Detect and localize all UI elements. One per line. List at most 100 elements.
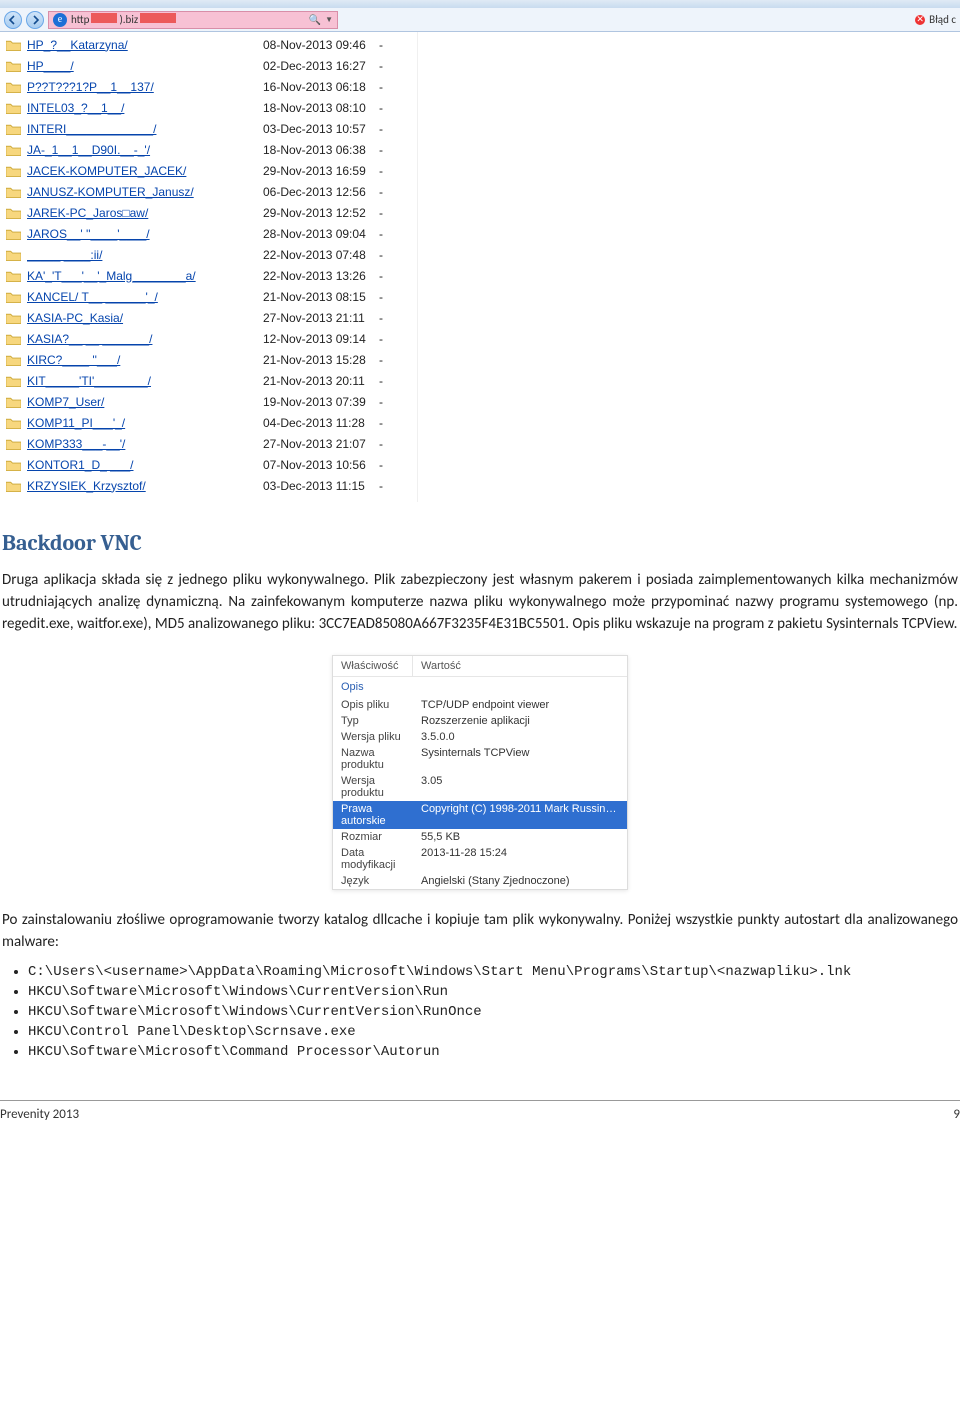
folder-link[interactable]: KANCEL/ T__ ______'_/	[27, 290, 257, 304]
listing-row: JA-_1__1__D90I.__-_'/ 18-Nov-2013 06:38-	[0, 139, 417, 160]
folder-date: 29-Nov-2013 16:59	[263, 164, 373, 178]
folder-link[interactable]: KA'_'T___'__'_Malg________a/	[27, 269, 257, 283]
folder-link[interactable]: JA-_1__1__D90I.__-_'/	[27, 143, 257, 157]
size-dash: -	[379, 437, 383, 451]
folder-date: 07-Nov-2013 10:56	[263, 458, 373, 472]
folder-date: 28-Nov-2013 09:04	[263, 227, 373, 241]
folder-icon	[6, 333, 21, 345]
folder-link[interactable]: KOMP333___-__'/	[27, 437, 257, 451]
listing-row: KIRC?____ ''___/21-Nov-2013 15:28-	[0, 349, 417, 370]
folder-icon	[6, 228, 21, 240]
folder-date: 03-Dec-2013 11:15	[263, 479, 373, 493]
props-value: 3.5.0.0	[413, 729, 627, 745]
footer-left: Prevenity 2013	[0, 1107, 79, 1122]
folder-link[interactable]: KONTOR1_D_ ___/	[27, 458, 257, 472]
section-heading: Backdoor VNC	[2, 530, 960, 556]
props-row[interactable]: Wersja produktu3.05	[333, 773, 627, 801]
folder-icon	[6, 144, 21, 156]
size-dash: -	[379, 290, 383, 304]
autostart-item: HKCU\Software\Microsoft\Command Processo…	[28, 1044, 960, 1060]
folder-date: 22-Nov-2013 13:26	[263, 269, 373, 283]
listing-row: KIT_____'TI'________/ 21-Nov-2013 20:11-	[0, 370, 417, 391]
folder-icon	[6, 249, 21, 261]
listing-row: INTERI_____________/03-Dec-2013 10:57-	[0, 118, 417, 139]
folder-date: 03-Dec-2013 10:57	[263, 122, 373, 136]
listing-row: JACEK-KOMPUTER_JACEK/29-Nov-2013 16:59-	[0, 160, 417, 181]
folder-date: 12-Nov-2013 09:14	[263, 332, 373, 346]
folder-icon	[6, 291, 21, 303]
size-dash: -	[379, 227, 383, 241]
folder-date: 21-Nov-2013 20:11	[263, 374, 373, 388]
folder-icon	[6, 417, 21, 429]
folder-link[interactable]: JACEK-KOMPUTER_JACEK/	[27, 164, 257, 178]
folder-date: 29-Nov-2013 12:52	[263, 206, 373, 220]
autostart-item: HKCU\Control Panel\Desktop\Scrnsave.exe	[28, 1024, 960, 1040]
folder-link[interactable]: P??T???1?P__1__137/	[27, 80, 257, 94]
autostart-item: HKCU\Software\Microsoft\Windows\CurrentV…	[28, 1004, 960, 1020]
props-value: 3.05	[413, 773, 627, 801]
props-key: Data modyfikacji	[333, 845, 413, 873]
tab-error[interactable]: ✕ Błąd c	[915, 11, 956, 29]
window-titlebar	[0, 0, 960, 8]
props-key: Język	[333, 873, 413, 889]
props-value: Sysinternals TCPView	[413, 745, 627, 773]
listing-row: KOMP7_User/19-Nov-2013 07:39-	[0, 391, 417, 412]
folder-link[interactable]: _____ ____:ii/	[27, 248, 257, 262]
folder-link[interactable]: KIRC?____ ''___/	[27, 353, 257, 367]
folder-date: 21-Nov-2013 08:15	[263, 290, 373, 304]
size-dash: -	[379, 374, 383, 388]
folder-link[interactable]: KOMP11_PI___'_/	[27, 416, 257, 430]
size-dash: -	[379, 269, 383, 283]
size-dash: -	[379, 101, 383, 115]
dropdown-icon[interactable]: ▼	[325, 15, 333, 25]
folder-link[interactable]: KOMP7_User/	[27, 395, 257, 409]
forward-button[interactable]	[26, 11, 44, 29]
listing-row: KA'_'T___'__'_Malg________a/22-Nov-2013 …	[0, 265, 417, 286]
props-key: Nazwa produktu	[333, 745, 413, 773]
folder-link[interactable]: KRZYSIEK_Krzysztof/	[27, 479, 257, 493]
size-dash: -	[379, 416, 383, 430]
size-dash: -	[379, 185, 383, 199]
folder-date: 04-Dec-2013 11:28	[263, 416, 373, 430]
back-button[interactable]	[4, 11, 22, 29]
error-icon: ✕	[915, 15, 925, 25]
props-row[interactable]: Nazwa produktuSysinternals TCPView	[333, 745, 627, 773]
listing-row: INTEL03_?__1__/ 18-Nov-2013 08:10-	[0, 97, 417, 118]
folder-date: 27-Nov-2013 21:07	[263, 437, 373, 451]
folder-date: 18-Nov-2013 08:10	[263, 101, 373, 115]
props-row[interactable]: Rozmiar55,5 KB	[333, 829, 627, 845]
size-dash: -	[379, 143, 383, 157]
listing-row: KRZYSIEK_Krzysztof/03-Dec-2013 11:15-	[0, 475, 417, 496]
folder-link[interactable]: HP_?__Katarzyna/	[27, 38, 257, 52]
props-row[interactable]: Prawa autorskieCopyright (C) 1998-2011 M…	[333, 801, 627, 829]
props-row[interactable]: Data modyfikacji2013-11-28 15:24	[333, 845, 627, 873]
props-row[interactable]: Opis plikuTCP/UDP endpoint viewer	[333, 697, 627, 713]
props-row[interactable]: TypRozszerzenie aplikacji	[333, 713, 627, 729]
props-row[interactable]: Wersja pliku3.5.0.0	[333, 729, 627, 745]
file-properties-screenshot: Właściwość Wartość Opis Opis plikuTCP/UD…	[332, 655, 628, 890]
listing-row: JAREK-PC_Jaros□aw/29-Nov-2013 12:52-	[0, 202, 417, 223]
folder-link[interactable]: INTERI_____________/	[27, 122, 257, 136]
props-key: Rozmiar	[333, 829, 413, 845]
folder-link[interactable]: KASIA-PC_Kasia/	[27, 311, 257, 325]
folder-link[interactable]: JAREK-PC_Jaros□aw/	[27, 206, 257, 220]
address-bar[interactable]: e http).biz 🔍 ▼	[48, 11, 338, 29]
folder-link[interactable]: JAROS__' ''____'____/	[27, 227, 257, 241]
folder-link[interactable]: HP____/	[27, 59, 257, 73]
ie-icon: e	[53, 13, 67, 27]
folder-link[interactable]: KASIA?__ __ _______/	[27, 332, 257, 346]
props-key: Wersja pliku	[333, 729, 413, 745]
listing-row: KASIA?__ __ _______/12-Nov-2013 09:14-	[0, 328, 417, 349]
folder-date: 19-Nov-2013 07:39	[263, 395, 373, 409]
listing-row: _____ ____:ii/22-Nov-2013 07:48-	[0, 244, 417, 265]
folder-date: 27-Nov-2013 21:11	[263, 311, 373, 325]
folder-link[interactable]: JANUSZ-KOMPUTER_Janusz/	[27, 185, 257, 199]
folder-link[interactable]: KIT_____'TI'________/	[27, 374, 257, 388]
size-dash: -	[379, 311, 383, 325]
listing-row: JANUSZ-KOMPUTER_Janusz/06-Dec-2013 12:56…	[0, 181, 417, 202]
listing-row: KOMP333___-__'/ 27-Nov-2013 21:07-	[0, 433, 417, 454]
url-text: http).biz	[71, 13, 305, 26]
folder-link[interactable]: INTEL03_?__1__/	[27, 101, 257, 115]
folder-date: 18-Nov-2013 06:38	[263, 143, 373, 157]
props-row[interactable]: JęzykAngielski (Stany Zjednoczone)	[333, 873, 627, 889]
